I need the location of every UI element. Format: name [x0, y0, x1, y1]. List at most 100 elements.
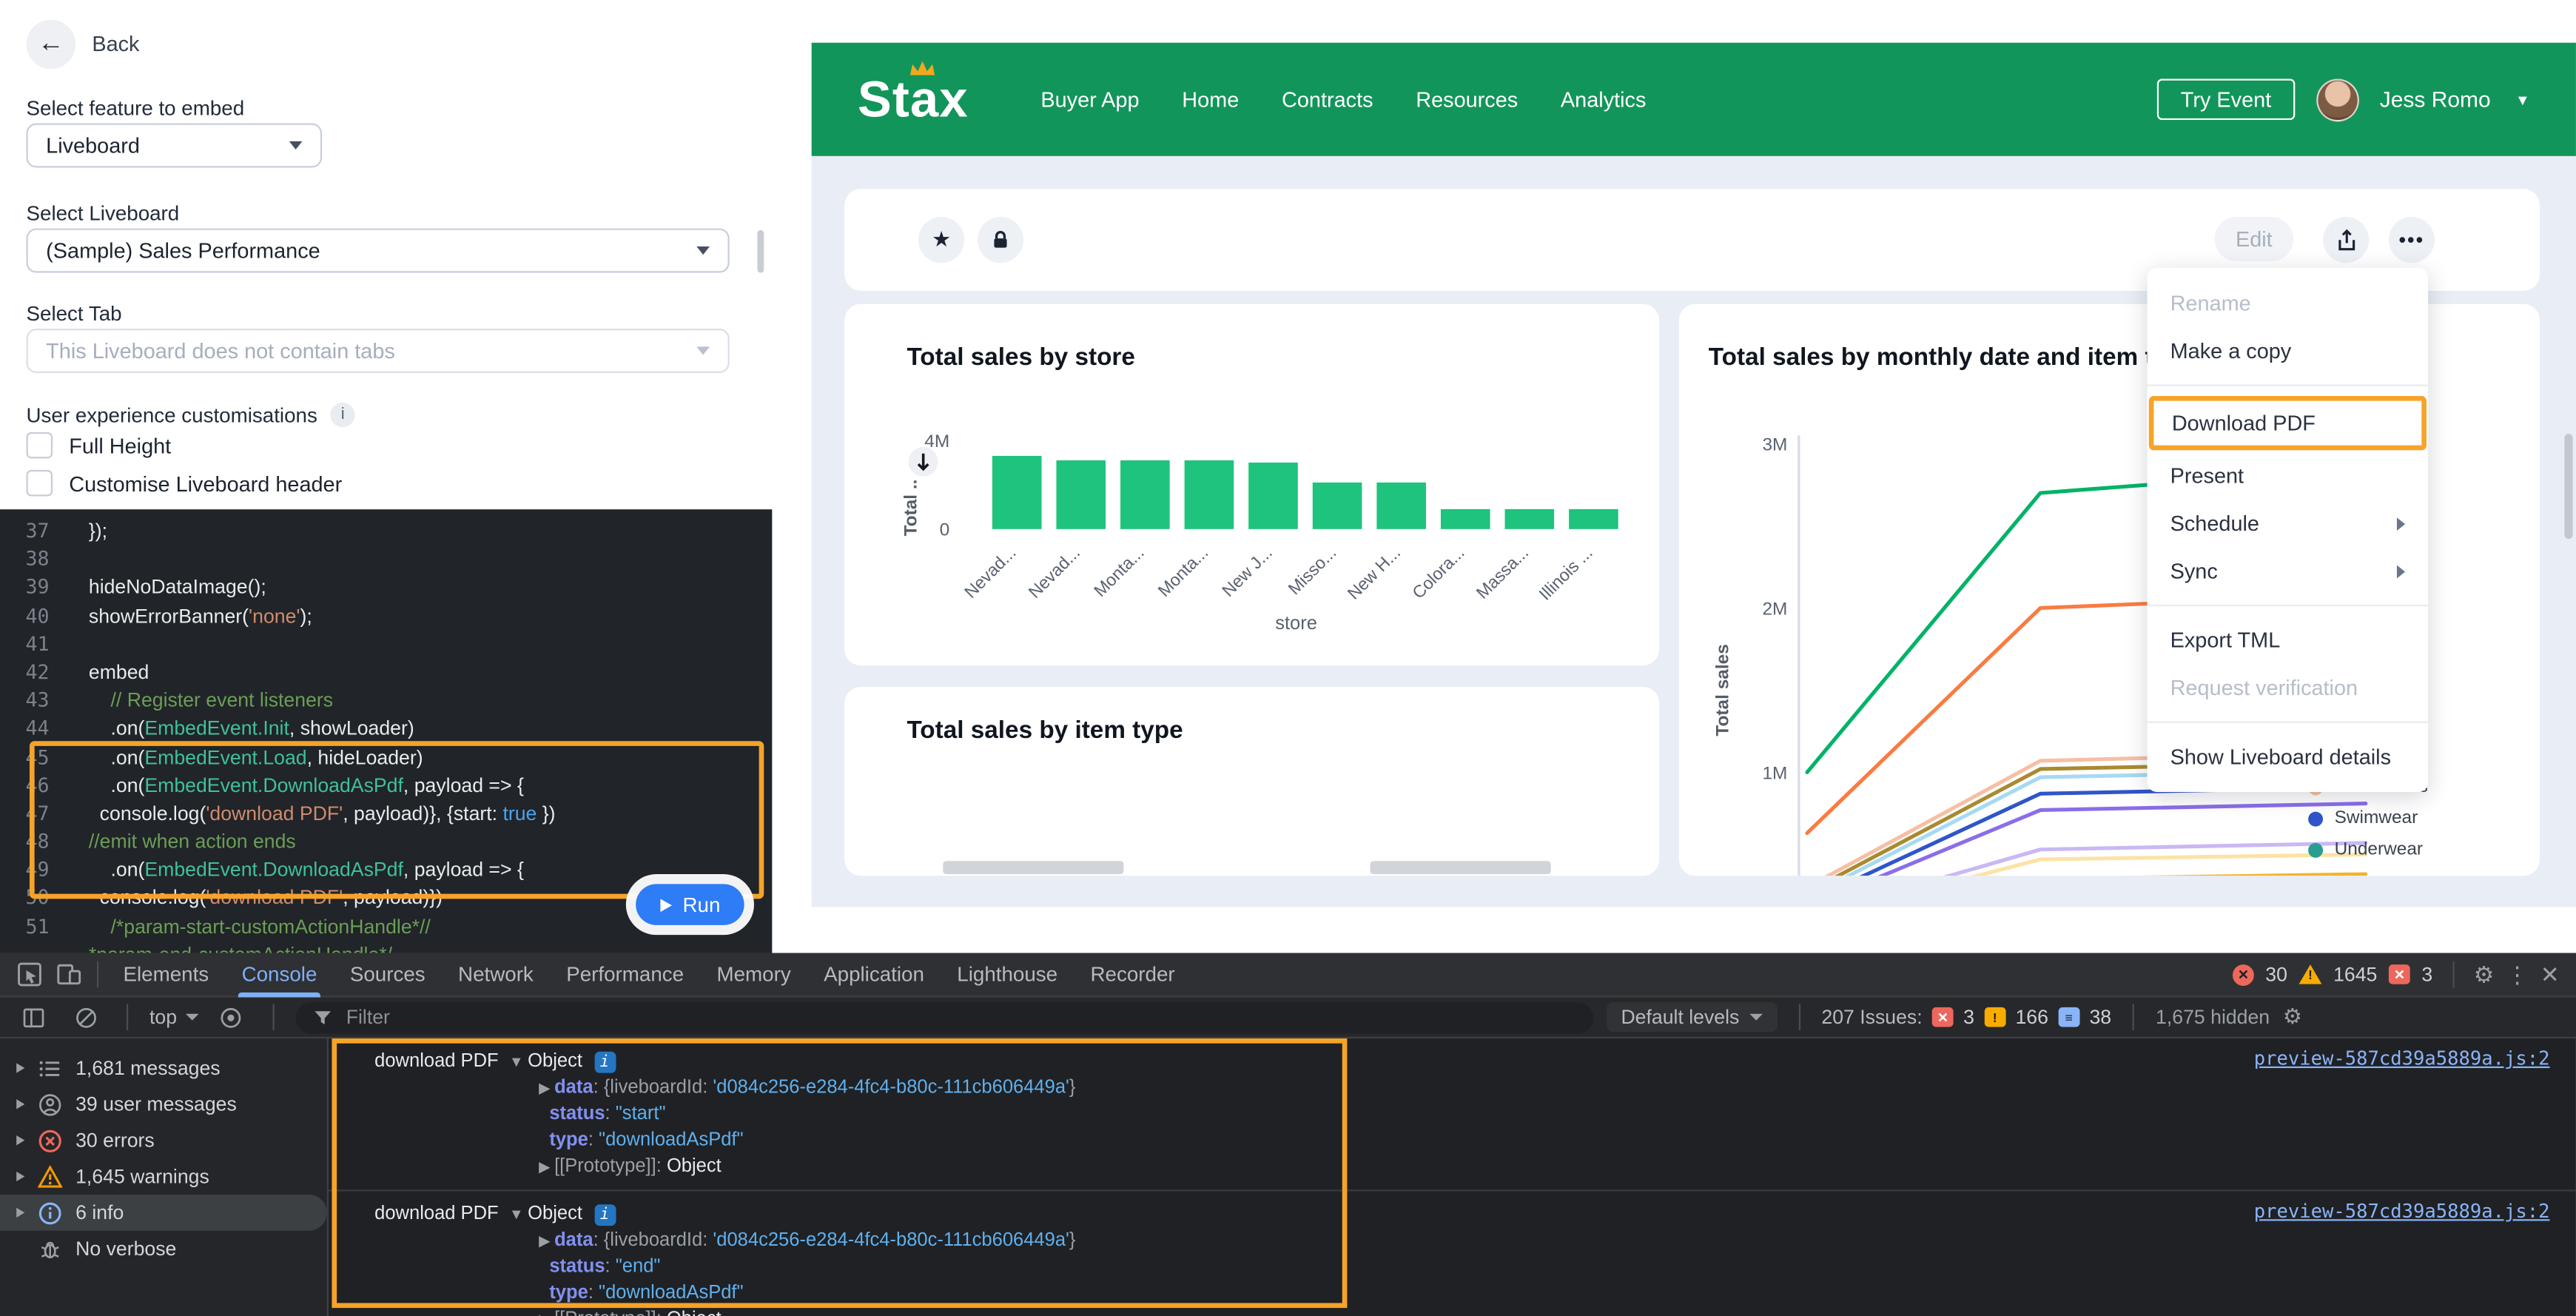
- liveboard-select[interactable]: (Sample) Sales Performance: [27, 229, 730, 273]
- sidebar-filter-no-verbose[interactable]: No verbose: [0, 1231, 327, 1267]
- share-button[interactable]: [2323, 217, 2369, 263]
- embed-scrollbar[interactable]: [2564, 434, 2572, 539]
- svg-text:Total sales: Total sales: [1712, 644, 1732, 736]
- context-selector[interactable]: top: [149, 1006, 198, 1029]
- tab-network[interactable]: Network: [442, 952, 550, 996]
- logo-text: St: [858, 70, 910, 129]
- disclosure-triangle-icon[interactable]: [16, 1063, 24, 1072]
- log-property-type: type: "downloadAsPdf": [329, 1126, 2576, 1152]
- nav-item-resources[interactable]: Resources: [1416, 87, 1518, 112]
- tab-performance[interactable]: Performance: [550, 952, 700, 996]
- user-menu-chevron-icon[interactable]: ▼: [2515, 91, 2530, 107]
- console-toolbar: top Filter Default levels 207 Issues: ✕3…: [0, 998, 2576, 1039]
- back-label[interactable]: Back: [92, 31, 139, 56]
- console-filter-input[interactable]: Filter: [295, 1001, 1593, 1033]
- tab-select-placeholder: This Liveboard does not contain tabs: [46, 338, 395, 363]
- log-property-prototype: ▶ [[Prototype]]: Object: [329, 1152, 2576, 1178]
- try-event-button[interactable]: Try Event: [2158, 79, 2295, 121]
- menu-item-sync[interactable]: Sync: [2148, 547, 2429, 594]
- tab-application[interactable]: Application: [807, 952, 941, 996]
- disclosure-triangle-icon[interactable]: [16, 1099, 24, 1109]
- line-number: 41: [0, 631, 50, 659]
- object-info-badge-icon[interactable]: i: [594, 1204, 616, 1226]
- source-link[interactable]: preview-587cd39a5889a.js:2: [2254, 1047, 2550, 1070]
- info-icon[interactable]: i: [331, 403, 355, 427]
- devtools-close-icon[interactable]: ✕: [2540, 961, 2560, 989]
- menu-item-download-pdf[interactable]: Download PDF: [2149, 396, 2427, 450]
- liveboard-select-label: Select Liveboard: [27, 202, 180, 225]
- sidebar-filter-1-645-warnings[interactable]: 1,645 warnings: [0, 1158, 327, 1195]
- avatar[interactable]: [2316, 78, 2358, 121]
- sidebar-filter-1-681-messages[interactable]: 1,681 messages: [0, 1050, 327, 1087]
- tab-memory[interactable]: Memory: [700, 952, 807, 996]
- inspect-element-icon[interactable]: [10, 958, 49, 990]
- clear-console-icon[interactable]: [66, 1001, 105, 1033]
- console-sidebar-toggle-icon[interactable]: [13, 1001, 53, 1033]
- error-icon: [38, 1128, 62, 1152]
- feature-select[interactable]: Liveboard: [27, 124, 323, 168]
- favorite-button[interactable]: ★: [918, 217, 964, 263]
- console-settings-gear-icon[interactable]: ⚙: [2283, 1004, 2302, 1030]
- sidebar-filter-39-user-messages[interactable]: 39 user messages: [0, 1086, 327, 1122]
- chart-card-total-sales-by-store[interactable]: Total sales by store 4M0Total ..Nevad...…: [844, 304, 1659, 665]
- issues-count-icon[interactable]: ✕: [2389, 964, 2410, 984]
- customise-header-checkbox[interactable]: [27, 470, 53, 497]
- devtools-settings-gear-icon[interactable]: ⚙: [2474, 961, 2495, 989]
- chart-card-total-sales-by-item-type[interactable]: Total sales by item type: [844, 687, 1659, 876]
- tab-elements[interactable]: Elements: [107, 952, 225, 996]
- nav-item-contracts[interactable]: Contracts: [1282, 87, 1373, 112]
- line-number: 40: [0, 602, 50, 631]
- edit-button[interactable]: Edit: [2215, 217, 2294, 261]
- line-number: 47: [0, 800, 50, 828]
- more-actions-button[interactable]: •••: [2389, 217, 2435, 263]
- menu-item-show-liveboard-details[interactable]: Show Liveboard details: [2148, 733, 2429, 780]
- full-height-checkbox[interactable]: [27, 432, 53, 459]
- back-button[interactable]: ←: [27, 20, 76, 70]
- sidebar-filter-30-errors[interactable]: 30 errors: [0, 1122, 327, 1158]
- svg-text:0: 0: [940, 520, 950, 540]
- issues-label[interactable]: 207 Issues:: [1821, 1006, 1922, 1029]
- code-line: 46 .on(EmbedEvent.DownloadAsPdf, payload…: [0, 772, 772, 800]
- device-toolbar-icon[interactable]: [50, 958, 89, 990]
- devtools-tabbar: ElementsConsoleSourcesNetworkPerformance…: [0, 953, 2576, 998]
- line-number: 44: [0, 715, 50, 743]
- object-info-badge-icon[interactable]: i: [594, 1052, 616, 1073]
- stax-logo[interactable]: Stax: [858, 70, 969, 129]
- run-label: Run: [682, 893, 720, 916]
- warning-count-icon[interactable]: !: [2298, 964, 2321, 984]
- legend-label: Swimwear: [2335, 808, 2418, 828]
- line-number: 37: [0, 517, 50, 545]
- menu-item-make-a-copy[interactable]: Make a copy: [2148, 327, 2429, 375]
- menu-item-schedule[interactable]: Schedule: [2148, 500, 2429, 547]
- permissions-button[interactable]: [978, 217, 1023, 263]
- tab-console[interactable]: Console: [225, 952, 333, 996]
- disclosure-triangle-icon[interactable]: [16, 1208, 24, 1218]
- error-count-icon[interactable]: ✕: [2233, 964, 2254, 985]
- filter-funnel-icon: [312, 1007, 333, 1028]
- menu-item-present[interactable]: Present: [2148, 452, 2429, 500]
- disclosure-triangle-icon[interactable]: [16, 1135, 24, 1145]
- nav-item-buyer-app[interactable]: Buyer App: [1040, 87, 1139, 112]
- sidebar-filter-6-info[interactable]: 6 info: [0, 1195, 327, 1231]
- nav-item-home[interactable]: Home: [1182, 87, 1239, 112]
- filter-placeholder: Filter: [346, 1006, 390, 1029]
- run-button[interactable]: Run: [636, 884, 744, 925]
- tab-sources[interactable]: Sources: [334, 952, 442, 996]
- code-editor[interactable]: 37});3839hideNoDataImage();40showErrorBa…: [0, 509, 772, 953]
- left-panel-scrollbar[interactable]: [757, 230, 764, 273]
- legend-item-swimwear[interactable]: Swimwear: [2308, 808, 2428, 828]
- log-levels-dropdown[interactable]: Default levels: [1606, 1002, 1777, 1032]
- code-text: console.log('download PDF', payload)}): [89, 884, 443, 913]
- menu-item-export-tml[interactable]: Export TML: [2148, 617, 2429, 664]
- nav-item-analytics[interactable]: Analytics: [1561, 87, 1647, 112]
- disclosure-triangle-icon[interactable]: [16, 1172, 24, 1181]
- tab-recorder[interactable]: Recorder: [1074, 952, 1191, 996]
- tab-lighthouse[interactable]: Lighthouse: [941, 952, 1074, 996]
- svg-text:Nevad...: Nevad...: [961, 543, 1020, 602]
- bar-chart[interactable]: 4M0Total ..Nevad...Nevad...Monta...Monta…: [844, 304, 1659, 665]
- source-link[interactable]: preview-587cd39a5889a.js:2: [2254, 1200, 2550, 1223]
- live-expression-eye-icon[interactable]: [212, 1001, 251, 1033]
- legend-item-underwear[interactable]: Underwear: [2308, 839, 2428, 859]
- svg-text:Illinois ...: Illinois ...: [1535, 543, 1595, 603]
- devtools-kebab-menu-icon[interactable]: ⋮: [2506, 961, 2529, 989]
